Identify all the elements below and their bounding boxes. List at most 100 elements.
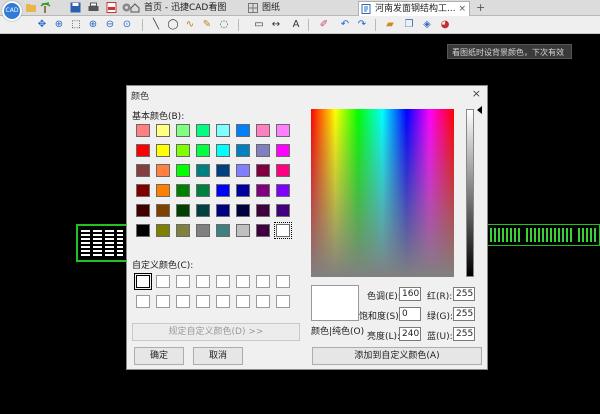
basic-color-swatch[interactable] [276,184,290,197]
zoom-out-icon[interactable]: ⊖ [104,19,116,31]
basic-color-swatch[interactable] [216,204,230,217]
custom-color-swatch[interactable] [136,295,150,308]
folder-open-icon[interactable] [26,2,37,13]
basic-color-swatch[interactable] [236,144,250,157]
tab-home[interactable]: 首页 - 迅捷CAD看图 [128,1,242,16]
basic-color-swatch[interactable] [176,124,190,137]
basic-color-swatch[interactable] [276,144,290,157]
custom-color-swatch[interactable] [216,275,230,288]
custom-color-swatch[interactable] [276,275,290,288]
basic-color-swatch[interactable] [256,124,270,137]
basic-color-swatch[interactable] [216,124,230,137]
custom-color-swatch[interactable] [216,295,230,308]
tab-current-drawing[interactable]: 河南发面钢结构工... × [358,1,470,16]
pdf-icon[interactable] [106,2,117,13]
basic-color-swatch[interactable] [236,224,250,237]
basic-color-swatch[interactable] [216,144,230,157]
basic-color-swatch[interactable] [236,124,250,137]
basic-color-swatch[interactable] [256,144,270,157]
basic-color-swatch[interactable] [136,164,150,177]
custom-color-swatch[interactable] [156,295,170,308]
basic-color-swatch[interactable] [276,164,290,177]
basic-color-swatch[interactable] [196,124,210,137]
basic-color-swatch[interactable] [256,204,270,217]
basic-color-swatch[interactable] [216,224,230,237]
custom-color-swatch[interactable] [236,275,250,288]
tab-close-icon[interactable]: × [458,2,466,16]
custom-color-swatch[interactable] [134,273,152,290]
undo-icon[interactable]: ↶ [339,19,351,31]
luminance-field[interactable] [399,327,421,341]
layers-icon[interactable]: ❐ [403,19,415,31]
dimension-icon[interactable]: ↔ [270,19,282,31]
basic-color-swatch[interactable] [176,204,190,217]
basic-color-swatch[interactable] [156,124,170,137]
custom-color-swatch[interactable] [256,295,270,308]
polyline-icon[interactable]: ∿ [184,19,196,31]
new-tab-button[interactable]: + [473,1,487,16]
basic-color-swatch[interactable] [136,204,150,217]
red-field[interactable] [453,287,475,301]
rectangle-icon[interactable]: ▭ [253,19,265,31]
basic-color-swatch[interactable] [236,204,250,217]
custom-color-swatch[interactable] [176,295,190,308]
pencil-icon[interactable]: ✎ [201,19,213,31]
basic-color-swatch[interactable] [176,224,190,237]
basic-color-swatch[interactable] [216,164,230,177]
luminance-arrow-icon[interactable] [477,106,482,114]
basic-color-swatch[interactable] [196,224,210,237]
custom-color-swatch[interactable] [196,275,210,288]
custom-color-swatch[interactable] [256,275,270,288]
basic-color-swatch[interactable] [256,224,270,237]
add-to-custom-colors-button[interactable]: 添加到自定义颜色(A) [312,347,482,365]
basic-color-swatch[interactable] [136,184,150,197]
custom-color-swatch[interactable] [276,295,290,308]
basic-color-swatch[interactable] [176,144,190,157]
custom-color-swatch[interactable] [236,295,250,308]
basic-color-swatch[interactable] [156,144,170,157]
basic-color-swatch[interactable] [256,164,270,177]
basic-color-swatch[interactable] [236,164,250,177]
cloud-markup-icon[interactable]: ◌ [218,19,230,31]
basic-color-swatch[interactable] [276,124,290,137]
custom-color-swatch[interactable] [176,275,190,288]
dialog-close-icon[interactable]: × [472,87,481,100]
3d-box-icon[interactable]: ◈ [421,19,433,31]
basic-color-swatch[interactable] [176,184,190,197]
basic-color-swatch[interactable] [136,224,150,237]
basic-color-swatch[interactable] [156,184,170,197]
circle-icon[interactable]: ◯ [167,19,179,31]
basic-color-swatch[interactable] [196,184,210,197]
custom-color-swatch[interactable] [196,295,210,308]
pan-icon[interactable]: ✥ [36,19,48,31]
basic-color-swatch[interactable] [196,204,210,217]
basic-color-swatch[interactable] [156,224,170,237]
saturation-field[interactable] [399,307,421,321]
basic-color-swatch[interactable] [256,184,270,197]
basic-color-swatch[interactable] [216,184,230,197]
tab-drawings[interactable]: 图纸 [246,1,346,16]
blue-field[interactable] [453,327,475,341]
basic-color-swatch[interactable] [136,144,150,157]
ok-button[interactable]: 确定 [134,347,184,365]
hue-field[interactable] [399,287,421,301]
basic-color-swatch[interactable] [236,184,250,197]
palm-tree-icon[interactable] [40,2,51,13]
basic-color-swatch[interactable] [136,124,150,137]
basic-color-swatch[interactable] [276,204,290,217]
basic-color-swatch[interactable] [176,164,190,177]
zoom-window-icon[interactable]: ⊕ [53,19,65,31]
line-icon[interactable]: ╲ [150,19,162,31]
basic-color-swatch[interactable] [156,164,170,177]
cancel-button[interactable]: 取消 [193,347,243,365]
eraser-icon[interactable]: ✐ [318,19,330,31]
save-icon[interactable] [70,2,81,13]
custom-color-swatch[interactable] [156,275,170,288]
select-window-icon[interactable]: ⬚ [70,19,82,31]
background-color-icon[interactable]: ◕ [439,19,451,31]
basic-color-swatch[interactable] [156,204,170,217]
text-icon[interactable]: A [290,19,302,31]
basic-color-swatch[interactable] [274,222,292,239]
zoom-extents-icon[interactable]: ⊙ [121,19,133,31]
hue-saturation-spectrum[interactable] [311,109,454,277]
